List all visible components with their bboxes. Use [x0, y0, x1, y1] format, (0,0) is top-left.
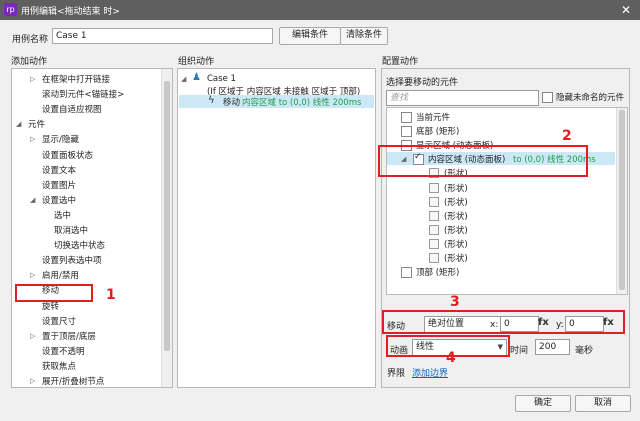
widget-checkbox[interactable]: [429, 238, 439, 249]
add-action-item[interactable]: 设置图片: [42, 179, 76, 191]
add-action-item[interactable]: 设置尺寸: [42, 315, 76, 327]
collapse-arrow-icon[interactable]: ◢: [30, 196, 35, 204]
expand-arrow-icon[interactable]: ▷: [30, 75, 35, 83]
add-action-item[interactable]: 启用/禁用: [42, 269, 79, 281]
expand-arrow-icon[interactable]: ▷: [30, 332, 35, 340]
app-logo-icon: rp: [4, 3, 17, 16]
widget-label: (形状): [444, 239, 468, 250]
add-action-item[interactable]: 元件: [28, 118, 45, 130]
add-action-item[interactable]: 显示/隐藏: [42, 133, 79, 145]
time-label: 时间: [510, 346, 529, 356]
collapse-arrow-icon[interactable]: ◢: [16, 120, 21, 128]
add-action-item[interactable]: 选中: [54, 209, 71, 221]
organize-action-heading: 组织动作: [178, 57, 215, 67]
widget-checkbox[interactable]: [429, 182, 439, 193]
case-user-icon: ♟: [192, 72, 201, 83]
widget-label: (形状): [444, 254, 468, 264]
add-action-item[interactable]: 切换选中状态: [54, 239, 105, 251]
case-name-label: 用例名称: [12, 35, 49, 45]
widget-checkbox[interactable]: [429, 253, 439, 263]
annotation-number-3: 3: [450, 294, 460, 310]
add-bounds-link[interactable]: 添加边界: [412, 366, 448, 379]
ok-button[interactable]: 确定: [515, 395, 571, 412]
add-action-item[interactable]: 展开/折叠树节点: [42, 375, 104, 387]
expand-arrow-icon[interactable]: ▷: [30, 271, 35, 279]
bounds-label: 界限: [387, 369, 406, 379]
widget-label: (形状): [444, 183, 468, 194]
widget-label: (形状): [444, 225, 468, 236]
case-label[interactable]: Case 1: [207, 74, 236, 84]
widget-checkbox[interactable]: [429, 224, 439, 235]
time-input[interactable]: 200: [535, 339, 570, 355]
widget-checkbox[interactable]: [429, 196, 439, 207]
organize-action-panel: ◢ ♟ Case 1 (If 区域于 内容区域 未接触 区域于 顶部) ϟ 移动…: [177, 68, 376, 388]
expand-arrow-icon[interactable]: ▷: [30, 135, 35, 143]
add-action-scrollbar[interactable]: [161, 69, 172, 387]
add-action-item[interactable]: 在框架中打开链接: [42, 73, 110, 85]
title-bar: rp 用例编辑<拖动结束 时> ✕: [0, 0, 640, 20]
widget-label: (形状): [444, 211, 468, 222]
action-row-selected[interactable]: ϟ 移动 内容区域 to (0,0) 线性 200ms: [179, 95, 374, 108]
add-action-item[interactable]: 设置自适应视图: [42, 103, 102, 115]
annotation-number-1: 1: [106, 287, 116, 303]
select-widget-label: 选择要移动的元件: [386, 78, 459, 88]
widget-checkbox[interactable]: [401, 126, 412, 138]
annotation-box-1: [15, 284, 93, 302]
edit-condition-button[interactable]: 编辑条件: [279, 27, 341, 45]
widget-label: 底部 (矩形): [416, 127, 460, 138]
close-icon[interactable]: ✕: [618, 2, 634, 18]
add-action-item[interactable]: 设置面板状态: [42, 149, 93, 161]
add-action-heading: 添加动作: [11, 57, 48, 67]
case-name-input[interactable]: Case 1: [52, 28, 273, 44]
annotation-number-2: 2: [562, 128, 572, 144]
clear-condition-button[interactable]: 清除条件: [340, 27, 388, 45]
hide-unnamed-checkbox[interactable]: [542, 92, 553, 103]
widget-label: (形状): [444, 197, 468, 208]
widget-search-input[interactable]: 查找: [386, 90, 539, 106]
add-action-item[interactable]: 置于顶层/底层: [42, 330, 96, 342]
widget-tree-scrollbar[interactable]: [616, 108, 627, 294]
add-action-item[interactable]: 设置列表选中项: [42, 254, 102, 266]
hide-unnamed-label: 隐藏未命名的元件: [556, 93, 625, 103]
add-action-item[interactable]: 滚动到元件<锚链接>: [42, 88, 124, 100]
window-title: 用例编辑<拖动结束 时>: [21, 7, 120, 17]
add-action-item[interactable]: 设置不透明: [42, 345, 85, 357]
widget-label: 顶部 (矩形): [416, 268, 460, 279]
add-action-item[interactable]: 设置选中: [42, 194, 76, 206]
annotation-number-4: 4: [446, 350, 456, 366]
configure-action-heading: 配置动作: [382, 57, 419, 67]
add-action-panel: ▷ 在框架中打开链接滚动到元件<锚链接> 设置自适应视图 ◢ 元件 ▷ 显示/隐藏设置面板状…: [11, 68, 173, 388]
time-unit: 毫秒: [575, 346, 594, 356]
add-action-item[interactable]: 获取焦点: [42, 360, 76, 372]
widget-label: 当前元件: [416, 113, 451, 123]
scrollbar-thumb[interactable]: [164, 81, 170, 351]
scrollbar-thumb[interactable]: [619, 110, 625, 290]
cancel-button[interactable]: 取消: [575, 395, 631, 412]
annotation-box-2: [378, 145, 588, 177]
widget-checkbox[interactable]: [401, 267, 412, 279]
widget-tree: 当前元件底部 (矩形)显示区域 (动态面板)◢内容区域 (动态面板)to (0,…: [386, 107, 628, 295]
widget-checkbox[interactable]: [401, 112, 412, 123]
add-action-item[interactable]: 取消选中: [54, 224, 88, 236]
expand-arrow-icon[interactable]: ▷: [30, 377, 35, 385]
case-collapse-icon[interactable]: ◢: [181, 74, 186, 84]
action-detail: 内容区域 to (0,0) 线性 200ms: [242, 98, 362, 108]
widget-checkbox[interactable]: [429, 210, 439, 221]
annotation-box-3: [382, 310, 625, 334]
action-prefix: 移动: [223, 98, 241, 108]
lightning-icon: ϟ: [208, 95, 215, 106]
add-action-item[interactable]: 设置文本: [42, 164, 76, 176]
